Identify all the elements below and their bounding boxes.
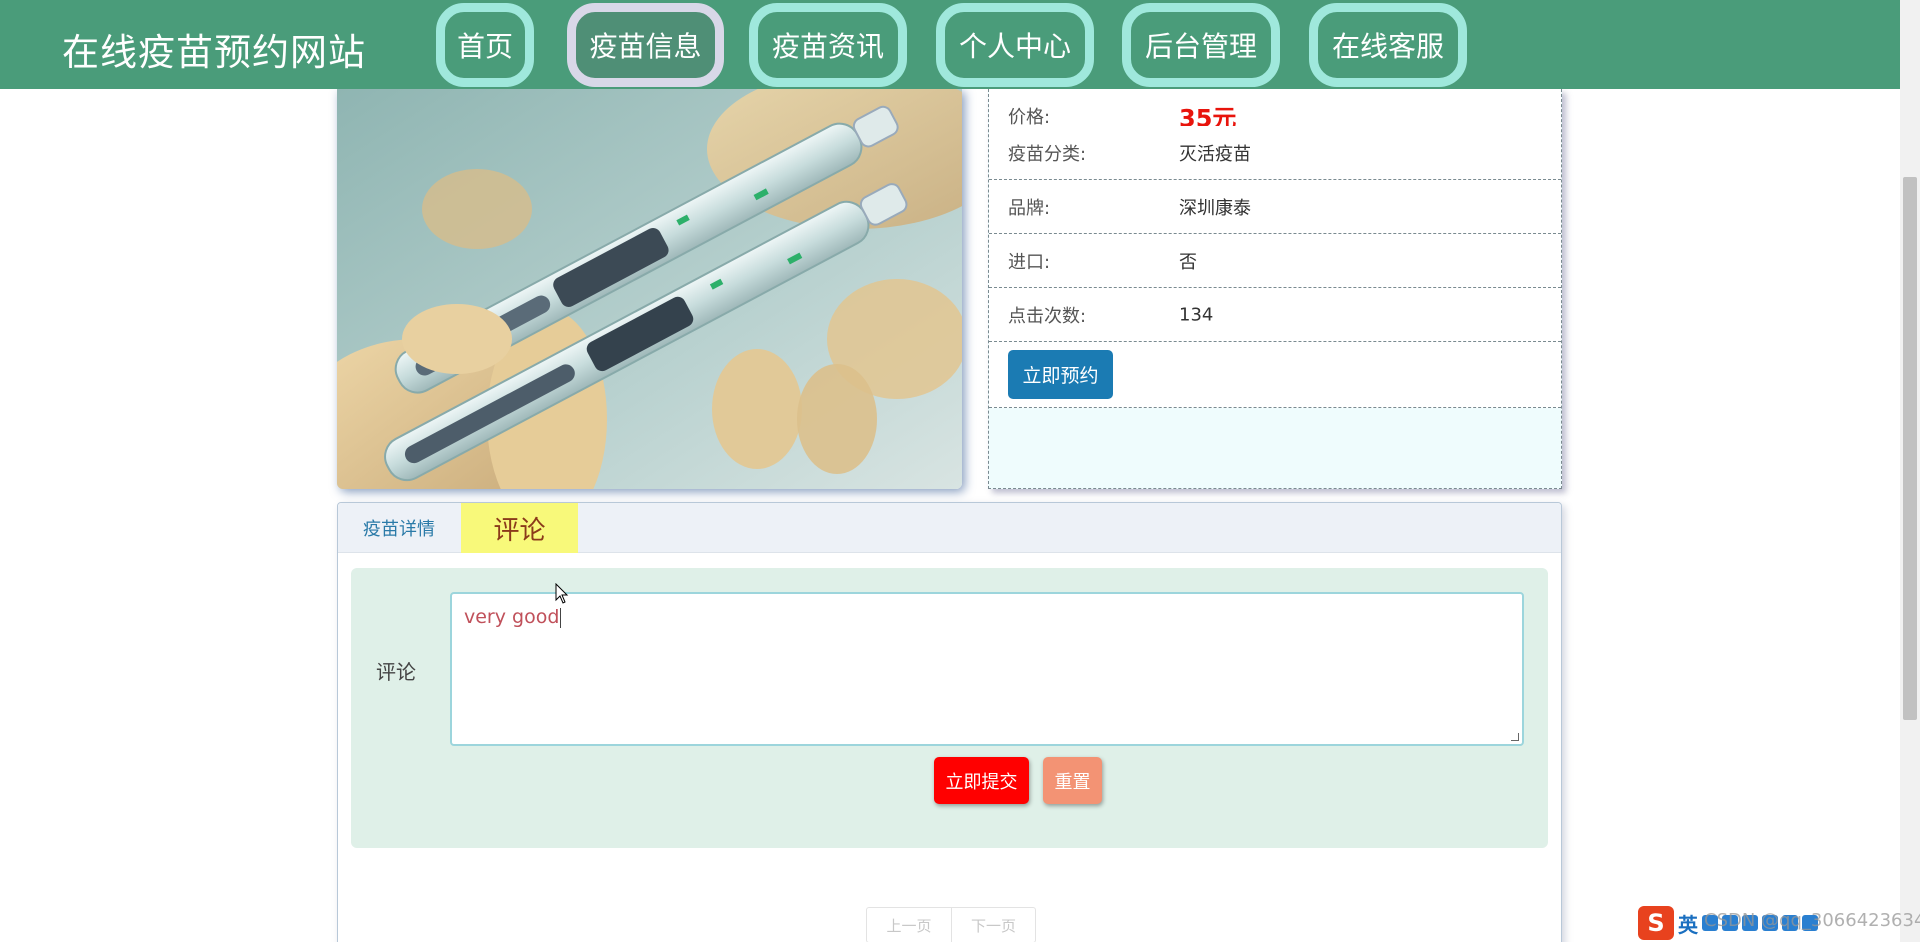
nav-vaccine-news[interactable]: 疫苗资讯	[749, 3, 907, 87]
nav-online-service[interactable]: 在线客服	[1309, 3, 1467, 87]
tab-comment[interactable]: 评论	[461, 503, 578, 553]
category-value: 灭活疫苗	[1179, 143, 1251, 165]
page: 在线疫苗预约网站 首页 疫苗信息 疫苗资讯 个人中心 后台管理 在线客服 价格:…	[0, 0, 1920, 942]
site-header: 在线疫苗预约网站 首页 疫苗信息 疫苗资讯 个人中心 后台管理 在线客服	[0, 0, 1900, 89]
tab-vaccine-details[interactable]: 疫苗详情	[338, 503, 460, 553]
tabs-bar: 疫苗详情 评论	[338, 503, 1561, 553]
info-row-brand: 品牌: 深圳康泰	[989, 180, 1561, 234]
submit-button[interactable]: 立即提交	[934, 757, 1029, 804]
nav-personal-center[interactable]: 个人中心	[936, 3, 1094, 87]
info-row-actions: 立即预约	[989, 342, 1561, 408]
comment-text: very good	[464, 606, 560, 628]
info-row-clicks: 点击次数: 134	[989, 288, 1561, 342]
category-label: 疫苗分类:	[1008, 143, 1087, 165]
vaccine-image	[337, 89, 962, 489]
imported-label: 进口:	[1008, 251, 1051, 273]
nav-home[interactable]: 首页	[436, 3, 534, 87]
brand-value: 深圳康泰	[1179, 197, 1251, 219]
comment-form: 评论 very good 立即提交 重置	[351, 568, 1548, 848]
vaccine-info-table: 价格: 35元 疫苗分类: 灭活疫苗 品牌: 深圳康泰 进口: 否 点击次数: …	[988, 89, 1562, 489]
info-row-category: 疫苗分类: 灭活疫苗	[989, 126, 1561, 180]
vertical-scrollbar[interactable]	[1900, 0, 1920, 942]
next-page-button[interactable]: 下一页	[951, 908, 1035, 942]
imported-value: 否	[1179, 251, 1197, 273]
text-caret	[560, 607, 562, 628]
nav-admin[interactable]: 后台管理	[1122, 3, 1280, 87]
prev-page-button[interactable]: 上一页	[867, 908, 951, 942]
info-row-imported: 进口: 否	[989, 234, 1561, 288]
reset-button[interactable]: 重置	[1043, 757, 1102, 804]
clicks-label: 点击次数:	[1008, 305, 1087, 327]
pagination: 上一页 下一页	[866, 907, 1036, 942]
resize-grip-icon[interactable]	[1511, 733, 1519, 741]
comment-textarea[interactable]: very good	[450, 592, 1524, 746]
book-now-button[interactable]: 立即预约	[1008, 350, 1113, 399]
scrollbar-thumb[interactable]	[1903, 177, 1917, 720]
mouse-pointer-icon	[555, 582, 569, 609]
price-label: 价格:	[1008, 106, 1051, 128]
nav-vaccine-info[interactable]: 疫苗信息	[567, 3, 724, 87]
comment-field-label: 评论	[376, 660, 416, 684]
clicks-value: 134	[1179, 304, 1214, 325]
tabs-panel: 疫苗详情 评论 评论 very good 立即提交 重置 上一页 下一页	[337, 502, 1562, 942]
csdn-watermark: CSDN @qq_3066423634	[1704, 910, 1920, 931]
brand-label: 品牌:	[1008, 197, 1051, 219]
sogou-ime-icon[interactable]: S	[1638, 906, 1674, 940]
site-title: 在线疫苗预约网站	[62, 31, 366, 74]
ime-language-indicator[interactable]: 英	[1678, 909, 1698, 938]
